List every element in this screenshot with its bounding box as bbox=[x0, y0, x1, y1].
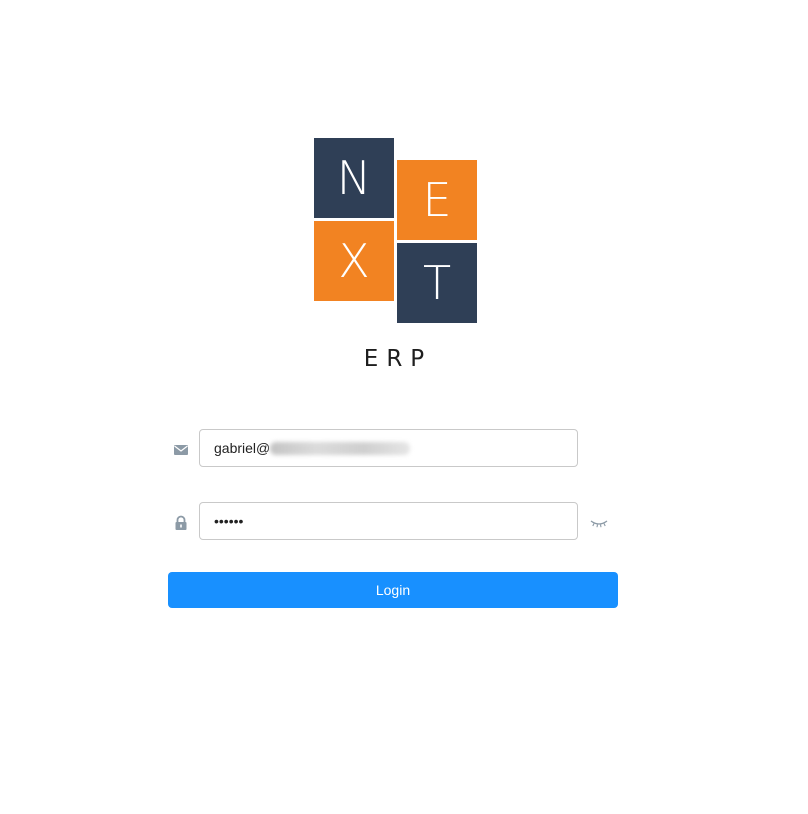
app-subtitle: ERP bbox=[363, 346, 433, 372]
login-button[interactable]: Login bbox=[168, 572, 618, 608]
logo-letter-n: N bbox=[336, 151, 372, 205]
password-field-wrapper bbox=[199, 502, 578, 540]
email-field[interactable] bbox=[200, 430, 577, 466]
logo-letter-t: T bbox=[422, 256, 452, 310]
logo-letter-e: E bbox=[422, 173, 452, 227]
next-logo: N E X T bbox=[314, 138, 477, 323]
email-field-wrapper bbox=[199, 429, 578, 467]
logo-tile-x: X bbox=[314, 221, 394, 301]
logo-tile-t: T bbox=[397, 243, 477, 323]
lock-icon bbox=[173, 515, 189, 531]
logo-letter-x: X bbox=[338, 234, 370, 288]
login-page: N E X T ERP Login bbox=[0, 0, 808, 814]
eye-closed-icon[interactable] bbox=[589, 516, 609, 530]
envelope-icon bbox=[173, 442, 189, 458]
logo-tile-e: E bbox=[397, 160, 477, 240]
logo-tile-n: N bbox=[314, 138, 394, 218]
password-field[interactable] bbox=[200, 503, 577, 539]
